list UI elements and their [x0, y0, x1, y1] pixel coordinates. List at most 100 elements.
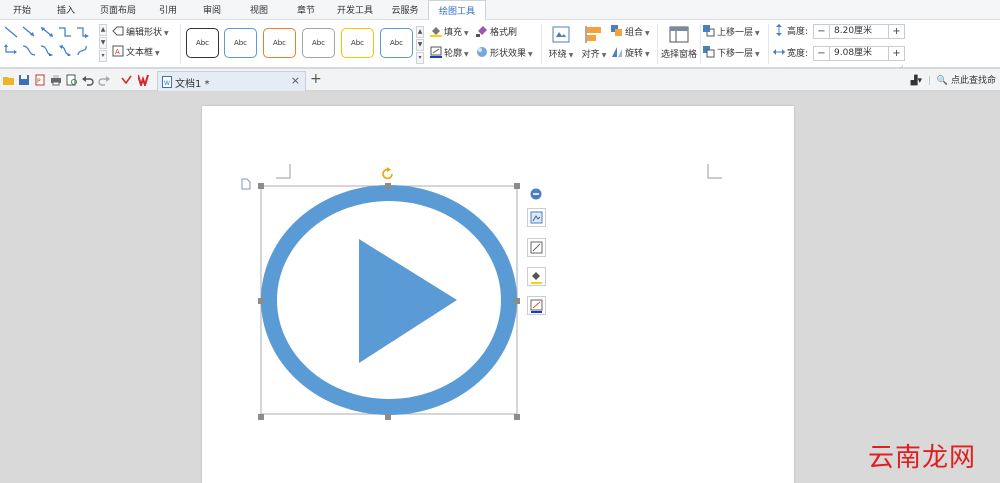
rotate-button[interactable]: 旋转 ▼	[611, 46, 650, 62]
shape-style-5[interactable]: Abc	[341, 28, 374, 58]
wrap-button[interactable]: 环绕 ▼	[546, 24, 576, 66]
send-backward-button[interactable]: 下移一层 ▼	[703, 46, 760, 62]
double-arrow-line-icon[interactable]	[40, 26, 54, 38]
shape-style-3[interactable]: Abc	[263, 28, 296, 58]
shape-style-1[interactable]: Abc	[186, 28, 219, 58]
shape-style-2[interactable]: Abc	[224, 28, 257, 58]
resize-handle-top-left[interactable]	[258, 183, 264, 189]
rotate-label: 旋转	[625, 49, 644, 59]
svg-text:W: W	[164, 80, 170, 87]
quick-fill-button[interactable]	[527, 267, 546, 286]
align-button[interactable]: 对齐 ▼	[579, 24, 609, 66]
shape-style-4[interactable]: Abc	[302, 28, 335, 58]
elbow-arrow-connector-icon[interactable]	[76, 26, 90, 38]
layout-switch-icon[interactable]: ▟▾	[911, 76, 922, 86]
collapse-icon[interactable]	[530, 188, 542, 200]
fill-button[interactable]: 填充 ▼	[430, 25, 469, 41]
text-box-label: 文本框	[126, 48, 154, 58]
selection-pane-icon	[669, 26, 689, 43]
shape-style-6[interactable]: Abc	[380, 28, 413, 58]
selected-shape[interactable]	[258, 183, 520, 417]
width-decrease-button[interactable]: −	[814, 47, 830, 60]
close-icon[interactable]: ×	[291, 74, 300, 87]
tab-chapter[interactable]: 章节	[290, 0, 322, 20]
resize-handle-left[interactable]	[258, 298, 264, 304]
export-pdf-icon[interactable]: P	[34, 74, 46, 86]
quick-outline-button[interactable]	[527, 296, 546, 315]
open-folder-icon[interactable]	[3, 74, 15, 86]
chevron-down-icon: ▼	[568, 52, 574, 59]
new-tab-button[interactable]: +	[310, 71, 322, 87]
text-box-button[interactable]: A 文本框 ▼	[112, 45, 160, 61]
line-shape-icon[interactable]	[4, 26, 18, 38]
wps-logo-icon[interactable]	[138, 74, 152, 86]
rotate-handle-icon[interactable]	[381, 167, 395, 181]
style-scroll-up[interactable]: ▲	[416, 26, 424, 38]
height-decrease-button[interactable]: −	[814, 25, 830, 38]
curved-arrow-connector-icon[interactable]	[40, 44, 54, 56]
bring-forward-button[interactable]: 上移一层 ▼	[703, 25, 760, 41]
arrow-line-icon[interactable]	[22, 26, 36, 38]
gallery-scroll-down[interactable]: ▼	[99, 37, 107, 49]
outline-button[interactable]: 轮廓 ▼	[430, 46, 469, 62]
edit-points-icon	[530, 241, 543, 254]
width-stepper[interactable]: − 9.08厘米 +	[813, 46, 905, 61]
undo-icon[interactable]	[82, 74, 94, 86]
print-preview-icon[interactable]	[66, 74, 78, 86]
redo-icon[interactable]	[98, 74, 110, 86]
layout-options-icon	[530, 211, 543, 224]
tab-developer[interactable]: 开发工具	[333, 0, 377, 20]
shape-effect-button[interactable]: 形状效果 ▼	[476, 46, 533, 62]
gallery-scroll-up[interactable]: ▲	[99, 24, 107, 36]
width-increase-button[interactable]: +	[888, 47, 904, 60]
curved-connector-icon[interactable]	[22, 44, 36, 56]
height-stepper[interactable]: − 8.20厘米 +	[813, 24, 905, 39]
customize-toolbar-icon[interactable]	[120, 74, 132, 86]
resize-handle-right[interactable]	[514, 298, 520, 304]
tab-view[interactable]: 视图	[243, 0, 275, 20]
edit-points-button[interactable]	[527, 238, 546, 257]
tab-drawing-tools[interactable]: 绘图工具	[428, 0, 486, 21]
print-icon[interactable]	[50, 74, 62, 86]
tab-cloud-service[interactable]: 云服务	[385, 0, 425, 20]
group-button[interactable]: 组合 ▼	[611, 25, 650, 41]
resize-handle-bottom[interactable]	[385, 414, 391, 420]
tab-references[interactable]: 引用	[152, 0, 184, 20]
ribbon-divider	[180, 24, 181, 64]
tab-page-layout[interactable]: 页面布局	[92, 0, 144, 20]
chevron-down-icon: ▼	[155, 50, 160, 57]
size-dialog-launcher[interactable]: ⌟	[900, 62, 903, 69]
bring-forward-icon	[703, 25, 715, 37]
wrap-layout-button[interactable]	[527, 208, 546, 227]
edit-shape-button[interactable]: 编辑形状 ▼	[112, 25, 169, 41]
elbow-double-arrow-icon[interactable]	[4, 44, 18, 56]
search-command[interactable]: ▟▾ | 🔍 点此查找命	[911, 73, 996, 86]
tab-review[interactable]: 审阅	[196, 0, 228, 20]
tab-insert[interactable]: 插入	[50, 0, 82, 20]
height-value[interactable]: 8.20厘米	[834, 25, 872, 38]
document-tab[interactable]: W 文档1 * ×	[157, 71, 306, 91]
selection-pane-label: 选择窗格	[660, 50, 697, 60]
document-workspace	[0, 92, 1000, 483]
freeform-curve-icon[interactable]	[76, 44, 90, 56]
chevron-down-icon: ▼	[164, 30, 169, 37]
elbow-connector-icon[interactable]	[58, 26, 72, 38]
width-value[interactable]: 9.08厘米	[834, 47, 872, 60]
gallery-expand[interactable]: ▾	[99, 50, 107, 62]
resize-handle-bottom-left[interactable]	[258, 414, 264, 420]
resize-handle-top[interactable]	[385, 183, 391, 189]
document-icon: W	[162, 76, 172, 88]
outline-label: 轮廓	[444, 49, 463, 59]
style-scroll-down[interactable]: ▼	[416, 39, 424, 51]
curved-double-arrow-icon[interactable]	[58, 44, 72, 56]
save-icon[interactable]	[18, 74, 30, 86]
tab-home[interactable]: 开始	[6, 0, 38, 20]
anchor-icon[interactable]	[241, 178, 251, 190]
height-increase-button[interactable]: +	[888, 25, 904, 38]
resize-handle-bottom-right[interactable]	[514, 414, 520, 420]
format-brush-button[interactable]: 格式刷	[476, 25, 517, 41]
margin-corner-top-right	[707, 164, 722, 179]
selection-pane-button[interactable]: 选择窗格	[660, 24, 698, 66]
style-expand[interactable]: ▾	[416, 52, 424, 64]
resize-handle-top-right[interactable]	[514, 183, 520, 189]
